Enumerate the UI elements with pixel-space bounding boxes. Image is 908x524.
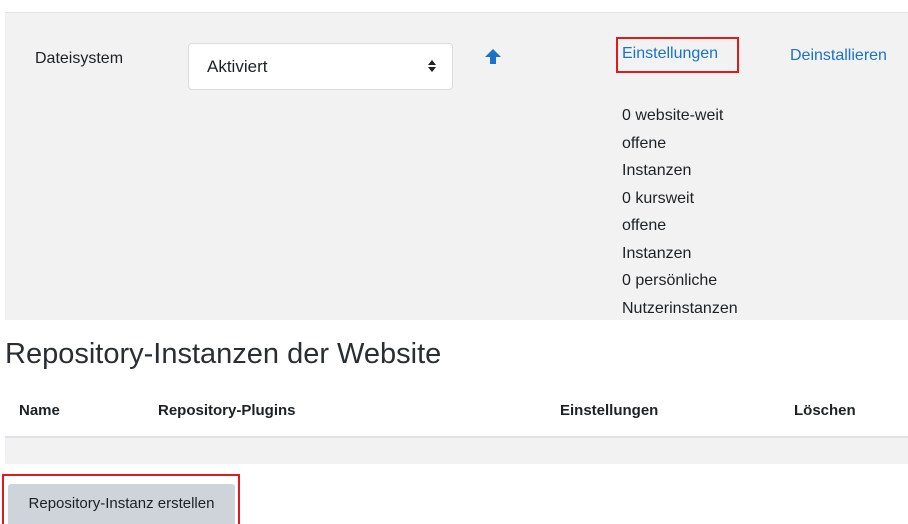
create-instance-button[interactable]: Repository-Instanz erstellen bbox=[8, 484, 235, 524]
column-header-name: Name bbox=[19, 402, 60, 419]
section-title: Repository-Instanzen der Website bbox=[5, 338, 442, 370]
instance-count-line: Instanzen bbox=[622, 244, 692, 262]
instance-count-line: offene bbox=[622, 134, 667, 152]
instance-count-line: 0 kursweit bbox=[622, 189, 695, 207]
instance-count-line: Nutzerinstanzen bbox=[622, 299, 738, 317]
uninstall-link[interactable]: Deinstallieren bbox=[790, 47, 887, 65]
arrow-up-icon[interactable] bbox=[483, 47, 503, 67]
instance-count-line: 0 website-weit bbox=[622, 107, 724, 124]
sort-caret-icon bbox=[428, 60, 436, 72]
instance-count-line: offene bbox=[622, 217, 667, 234]
column-header-repository-plugins: Repository-Plugins bbox=[158, 402, 296, 419]
plugin-status-select[interactable]: Aktiviert bbox=[188, 43, 453, 90]
settings-link[interactable]: Einstellungen bbox=[616, 37, 739, 73]
instance-count-line: Instanzen bbox=[622, 162, 692, 179]
plugin-row-filesystem: Dateisystem Aktiviert Einstellungen Dein… bbox=[5, 12, 908, 320]
table-empty-row bbox=[5, 438, 908, 464]
column-header-settings: Einstellungen bbox=[560, 402, 659, 419]
plugin-name: Dateisystem bbox=[35, 50, 124, 67]
instance-count-line: 0 persönliche bbox=[622, 272, 718, 289]
instance-counts: 0 website-weit offene Instanzen 0 kurswe… bbox=[622, 102, 738, 322]
column-header-delete: Löschen bbox=[794, 402, 856, 419]
plugin-status-value: Aktiviert bbox=[207, 57, 268, 76]
